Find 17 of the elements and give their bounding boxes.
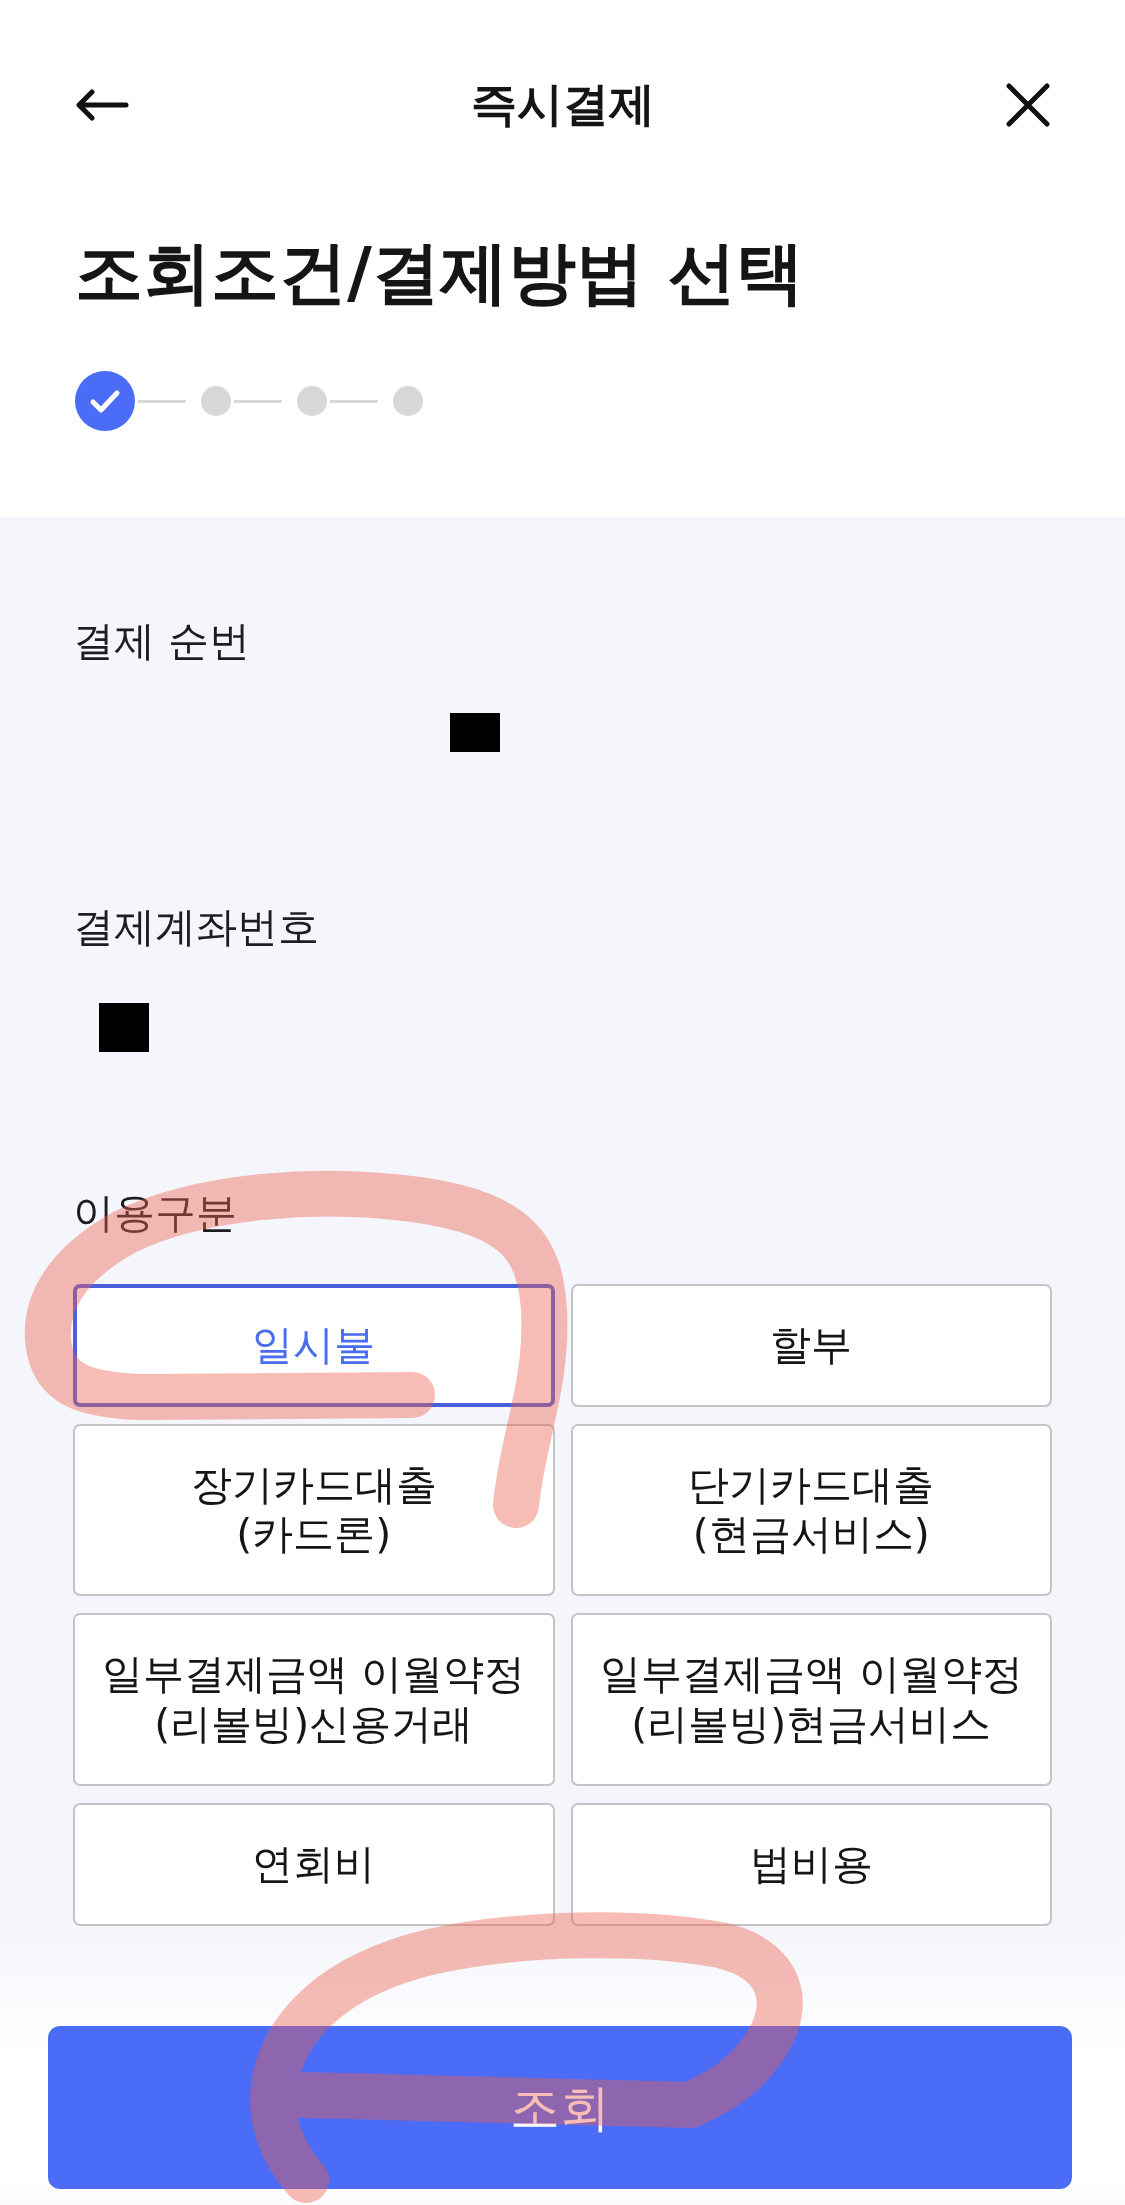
option-button[interactable]: 일시불 <box>73 1283 555 1408</box>
field-label: 결제 순번 <box>73 616 252 667</box>
step-connector <box>234 399 282 403</box>
back-icon[interactable] <box>75 89 129 121</box>
option-button[interactable]: 일부결제금액 이월약정 (리볼빙)현금서비스 <box>570 1613 1052 1786</box>
page-title: 조회조건/결제방법 선택 <box>75 232 805 314</box>
screen-title: 즉시결제 <box>470 77 655 133</box>
option-button[interactable]: 단기카드대출 (현금서비스) <box>570 1424 1052 1597</box>
option-button[interactable]: 법비용 <box>570 1802 1052 1926</box>
close-icon[interactable] <box>1006 83 1050 127</box>
step-connector <box>138 399 186 403</box>
option-button[interactable]: 할부 <box>570 1283 1052 1408</box>
step-connector <box>330 399 378 403</box>
option-button[interactable]: 장기카드대출 (카드론) <box>73 1424 555 1597</box>
field-label: 결제계좌번호 <box>73 902 320 954</box>
option-button[interactable]: 일부결제금액 이월약정 (리볼빙)신용거래 <box>73 1613 555 1786</box>
option-button[interactable]: 연회비 <box>73 1802 555 1926</box>
